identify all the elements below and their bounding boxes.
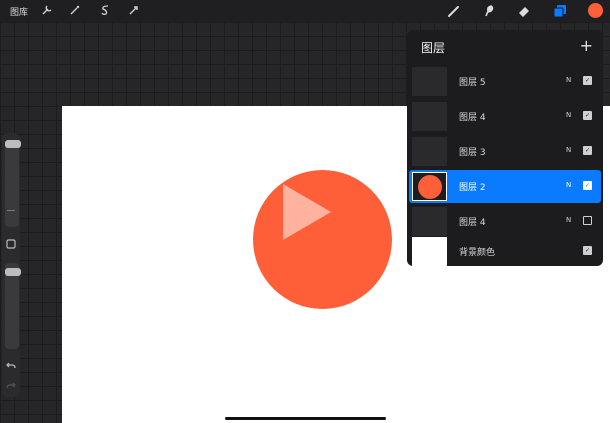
blend-mode-button[interactable]: N bbox=[566, 216, 571, 224]
left-sidebar bbox=[2, 133, 21, 397]
visibility-checkbox[interactable]: ✓ bbox=[583, 76, 592, 85]
selection-icon[interactable] bbox=[98, 4, 112, 18]
slider-divider bbox=[7, 210, 15, 211]
layer-row[interactable]: 图层 4 N bbox=[409, 205, 601, 238]
color-swatch[interactable] bbox=[588, 3, 603, 18]
blend-mode-button[interactable]: N bbox=[566, 146, 571, 154]
brush-icon[interactable] bbox=[447, 4, 461, 18]
transform-arrow-icon[interactable] bbox=[127, 4, 141, 18]
blend-mode-button[interactable]: N bbox=[566, 181, 571, 189]
redo-icon[interactable] bbox=[2, 381, 20, 394]
layer-name: 图层 4 bbox=[459, 113, 486, 123]
layer-row[interactable]: 图层 4 N ✓ bbox=[409, 100, 601, 133]
layers-icon[interactable] bbox=[553, 4, 567, 18]
brush-size-slider[interactable] bbox=[5, 141, 19, 227]
undo-icon[interactable] bbox=[2, 361, 20, 374]
home-indicator bbox=[225, 417, 386, 420]
gallery-button[interactable]: 图库 bbox=[10, 5, 28, 18]
layer-thumbnail bbox=[412, 237, 447, 266]
opacity-knob[interactable] bbox=[5, 268, 21, 276]
wrench-icon[interactable] bbox=[40, 4, 54, 18]
layer-name: 图层 5 bbox=[459, 78, 486, 88]
layer-thumbnail bbox=[412, 207, 447, 236]
layer-row-background[interactable]: 背景颜色 ✓ bbox=[409, 235, 601, 268]
smudge-icon[interactable] bbox=[482, 4, 496, 18]
layers-panel-title: 图层 bbox=[421, 41, 446, 55]
layer-thumbnail bbox=[412, 67, 447, 96]
blend-mode-button[interactable]: N bbox=[566, 76, 571, 84]
layers-panel: 图层 + 图层 5 N ✓ 图层 4 N ✓ 图层 3 N ✓ 图层 2 N ✓… bbox=[407, 30, 603, 266]
top-toolbar: 图库 bbox=[0, 0, 610, 22]
modify-square-icon[interactable] bbox=[2, 239, 20, 252]
play-icon bbox=[283, 184, 331, 240]
layer-name: 图层 4 bbox=[459, 218, 486, 228]
brush-size-knob[interactable] bbox=[5, 140, 21, 148]
layer-name: 图层 2 bbox=[459, 183, 486, 193]
visibility-checkbox[interactable]: ✓ bbox=[583, 246, 592, 255]
visibility-checkbox[interactable] bbox=[583, 216, 592, 225]
add-layer-button[interactable]: + bbox=[580, 36, 593, 55]
layer-name: 图层 3 bbox=[459, 148, 486, 158]
visibility-checkbox[interactable]: ✓ bbox=[583, 111, 592, 120]
thumbnail-circle bbox=[418, 175, 442, 199]
layer-row-active[interactable]: 图层 2 N ✓ bbox=[409, 170, 601, 203]
magic-wand-icon[interactable] bbox=[68, 4, 82, 18]
visibility-checkbox[interactable]: ✓ bbox=[583, 181, 592, 190]
eraser-icon[interactable] bbox=[517, 4, 531, 18]
layer-thumbnail bbox=[412, 137, 447, 166]
layer-thumbnail bbox=[412, 172, 447, 201]
blend-mode-button[interactable]: N bbox=[566, 111, 571, 119]
layer-row[interactable]: 图层 5 N ✓ bbox=[409, 65, 601, 98]
visibility-checkbox[interactable]: ✓ bbox=[583, 146, 592, 155]
layer-row[interactable]: 图层 3 N ✓ bbox=[409, 135, 601, 168]
layer-thumbnail bbox=[412, 102, 447, 131]
layer-name: 背景颜色 bbox=[459, 248, 496, 258]
